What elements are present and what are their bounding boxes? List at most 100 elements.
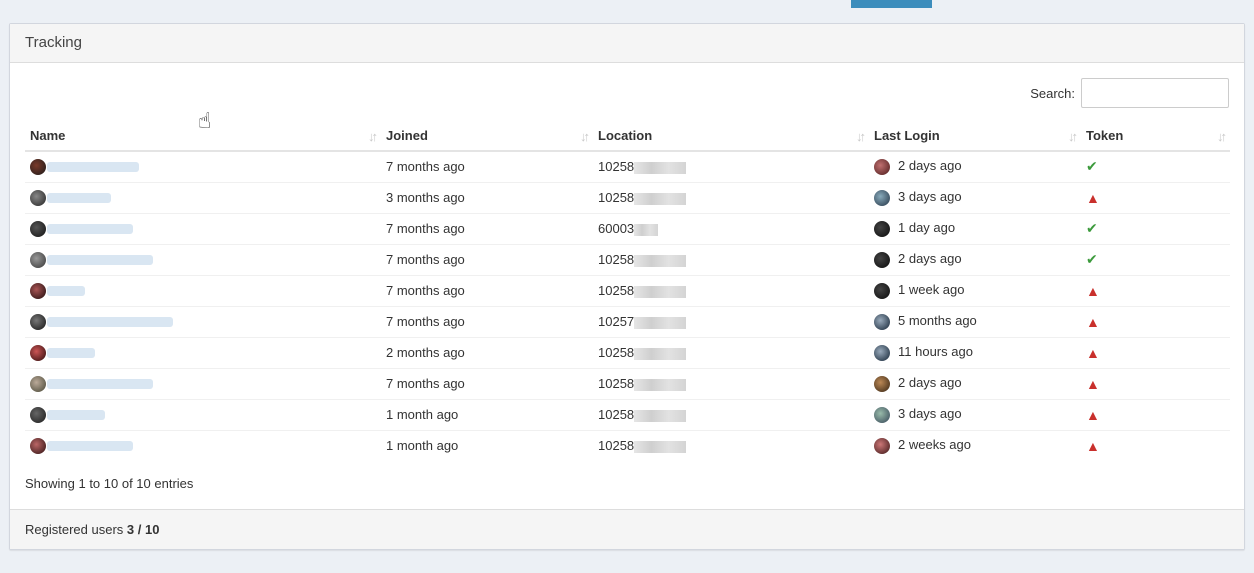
avatar: [30, 375, 46, 392]
token-cell: ▲: [1081, 429, 1230, 461]
table-row: 7 months ago 10258 2 days ago ✔: [25, 243, 1230, 275]
table-row: 7 months ago 10258 2 days ago ▲: [25, 367, 1230, 399]
avatar: [874, 189, 890, 206]
joined-cell: 1 month ago: [381, 429, 593, 461]
last-login-cell: 3 days ago: [869, 181, 1081, 213]
location-redacted: [634, 223, 659, 236]
joined-cell: 7 months ago: [381, 367, 593, 399]
location-redacted: [634, 161, 687, 174]
column-header-label: Location: [598, 128, 653, 143]
registered-users-label: Registered users: [25, 522, 124, 537]
user-name-link[interactable]: [47, 378, 153, 389]
location-cell: 10258: [593, 150, 869, 182]
avatar: [874, 282, 890, 299]
hand-cursor-icon: ☝: [198, 108, 212, 133]
location-text: 10258: [598, 159, 635, 175]
check-icon: ✔: [1086, 158, 1098, 175]
token-cell: ✔: [1081, 150, 1230, 182]
token-cell: ✔: [1081, 243, 1230, 275]
column-header-label: Token: [1086, 128, 1124, 143]
avatar: [30, 282, 46, 299]
avatar: [30, 344, 46, 361]
avatar: [30, 406, 46, 423]
search-box: Search:: [1030, 78, 1229, 108]
warning-triangle-icon: ▲: [1086, 437, 1100, 454]
user-name-link[interactable]: [47, 223, 133, 234]
location-text: 10258: [598, 283, 635, 298]
top-accent-bar[interactable]: [851, 0, 932, 8]
token-cell: ▲: [1081, 305, 1230, 337]
location-redacted: [634, 440, 687, 453]
location-text: 10258: [598, 190, 635, 205]
last-login-cell: 1 week ago: [869, 274, 1081, 306]
warning-triangle-icon: ▲: [1086, 344, 1100, 361]
user-cell: [25, 336, 381, 368]
token-cell: ▲: [1081, 336, 1230, 368]
location-redacted: [634, 192, 687, 205]
location-redacted: [634, 347, 687, 360]
user-name-link[interactable]: [47, 347, 95, 358]
table-row: 7 months ago 10257 5 months ago ▲: [25, 305, 1230, 337]
user-cell: [25, 305, 381, 337]
user-name-link[interactable]: [47, 192, 111, 203]
avatar: [874, 251, 890, 268]
location-text: 10258: [598, 376, 635, 391]
last-login-text: 3 days ago: [898, 189, 962, 205]
location-redacted: [634, 285, 687, 298]
column-header-last-login[interactable]: Last Login ↓↑: [869, 121, 1081, 152]
joined-cell: 7 months ago: [381, 243, 593, 275]
last-login-cell: 2 days ago: [869, 243, 1081, 275]
location-cell: 10257: [593, 305, 869, 337]
table-row: 7 months ago 60003 1 day ago ✔: [25, 212, 1230, 244]
check-icon: ✔: [1086, 220, 1098, 236]
user-cell: [25, 150, 381, 182]
token-cell: ✔: [1081, 212, 1230, 244]
check-icon: ✔: [1086, 251, 1098, 267]
avatar: [874, 159, 890, 176]
joined-cell: 7 months ago: [381, 274, 593, 306]
user-cell: [25, 398, 381, 430]
search-input[interactable]: [1081, 78, 1229, 108]
column-header-label: Last Login: [874, 128, 940, 143]
user-cell: [25, 212, 381, 244]
table-row: 7 months ago 10258 2 days ago ✔: [25, 150, 1230, 182]
avatar: [874, 220, 890, 237]
user-cell: [25, 243, 381, 275]
last-login-text: 2 weeks ago: [898, 437, 971, 453]
token-cell: ▲: [1081, 181, 1230, 213]
user-name-link[interactable]: [47, 162, 139, 173]
warning-triangle-icon: ▲: [1086, 406, 1100, 423]
user-name-link[interactable]: [47, 316, 173, 327]
user-name-link[interactable]: [47, 409, 105, 420]
location-cell: 10258: [593, 429, 869, 461]
user-name-link[interactable]: [47, 285, 85, 296]
avatar: [30, 189, 46, 206]
user-name-link[interactable]: [47, 254, 153, 265]
column-header-joined[interactable]: Joined ↓↑: [381, 121, 593, 152]
user-cell: [25, 274, 381, 306]
joined-cell: 7 months ago: [381, 150, 593, 182]
location-cell: 10258: [593, 336, 869, 368]
token-cell: ▲: [1081, 398, 1230, 430]
column-header-location[interactable]: Location ↓↑: [593, 121, 869, 152]
location-text: 10258: [598, 345, 635, 360]
location-cell: 10258: [593, 181, 869, 213]
last-login-text: 5 months ago: [898, 313, 977, 329]
column-header-token[interactable]: Token ↓↑: [1081, 121, 1230, 152]
avatar: [874, 438, 890, 455]
warning-triangle-icon: ▲: [1086, 313, 1100, 330]
location-text: 10257: [598, 314, 635, 329]
table-row: 1 month ago 10258 3 days ago ▲: [25, 398, 1230, 430]
last-login-text: 3 days ago: [898, 406, 962, 422]
avatar: [30, 159, 46, 176]
token-cell: ▲: [1081, 367, 1230, 399]
location-cell: 10258: [593, 274, 869, 306]
user-name-link[interactable]: [47, 441, 133, 452]
last-login-cell: 5 months ago: [869, 305, 1081, 337]
sort-icon: ↓↑: [1068, 129, 1078, 144]
location-cell: 10258: [593, 398, 869, 430]
column-header-label: Name: [30, 128, 66, 143]
tracking-panel: Tracking Search: Name ↓↑ Joined ↓↑ Locatio…: [9, 23, 1245, 550]
table-row: 1 month ago 10258 2 weeks ago ▲: [25, 429, 1230, 461]
user-cell: [25, 181, 381, 213]
